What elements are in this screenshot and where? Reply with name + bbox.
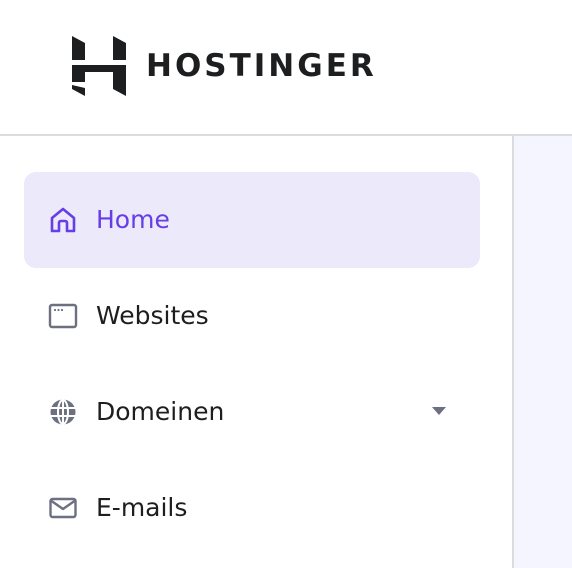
- sidebar-item-emails[interactable]: E-mails: [24, 460, 480, 556]
- chevron-down-icon[interactable]: [430, 404, 448, 418]
- sidebar-item-home[interactable]: Home: [24, 172, 480, 268]
- hostinger-logo[interactable]: HOSTINGER: [72, 36, 377, 96]
- hostinger-logo-icon: [72, 36, 126, 96]
- sidebar-item-domeinen[interactable]: Domeinen: [24, 364, 480, 460]
- sidebar-item-label: Home: [96, 205, 170, 234]
- globe-icon: [50, 399, 76, 425]
- top-header: HOSTINGER: [0, 0, 572, 136]
- app-page: HOSTINGER Home Websites Domeinen E-mails: [0, 0, 572, 568]
- sidebar-item-label: Websites: [96, 301, 209, 330]
- browser-window-icon: [48, 303, 78, 329]
- home-icon: [50, 207, 76, 233]
- sidebar-item-websites[interactable]: Websites: [24, 268, 480, 364]
- brand-name: HOSTINGER: [146, 47, 377, 84]
- mail-icon: [49, 497, 77, 519]
- sidebar-item-label: Domeinen: [96, 397, 225, 426]
- main-content-area: [514, 136, 572, 568]
- sidebar-nav: Home Websites Domeinen E-mails: [0, 136, 514, 568]
- sidebar-item-label: E-mails: [96, 493, 188, 522]
